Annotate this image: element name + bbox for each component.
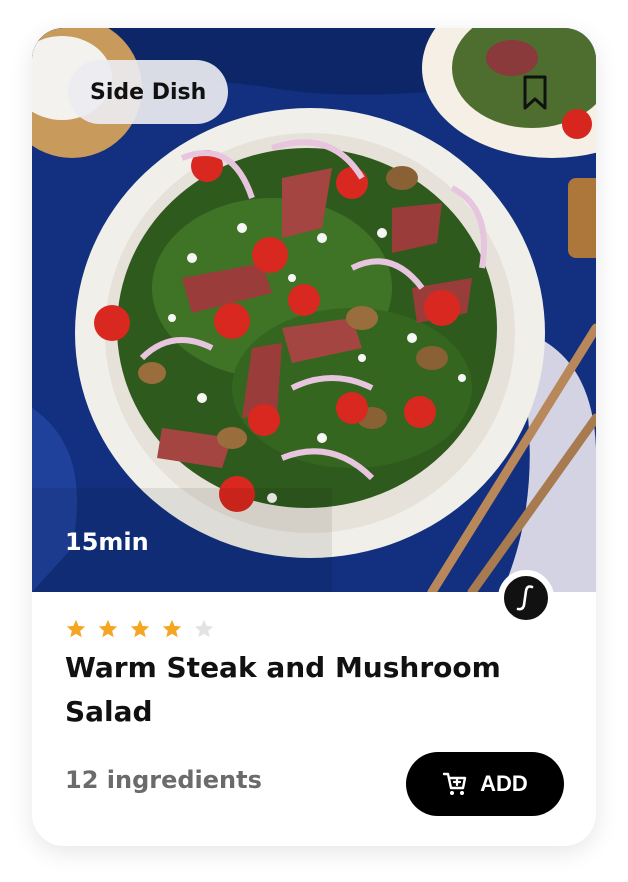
add-button-label: ADD: [480, 771, 528, 796]
recipe-title[interactable]: Warm Steak and Mushroom Salad: [65, 646, 535, 734]
category-badge: Side Dish: [68, 60, 229, 124]
star-icon: [66, 619, 86, 638]
category-badge-label: Side Dish: [90, 79, 207, 105]
cart-add-icon: [442, 772, 467, 795]
bookmark-icon[interactable]: [522, 74, 548, 112]
brand-logo-glyph: [516, 585, 534, 611]
star-icon: [194, 619, 214, 638]
cook-time: 15min: [65, 528, 149, 556]
add-to-cart-button[interactable]: ADD: [406, 752, 564, 816]
star-icon: [130, 619, 150, 638]
star-icon: [162, 619, 182, 638]
recipe-image[interactable]: Side Dish 15min: [32, 28, 596, 592]
recipe-card[interactable]: Side Dish 15min Warm Steak and Mushroom …: [32, 28, 596, 846]
ingredients-count: 12 ingredients: [65, 766, 262, 794]
star-icon: [98, 619, 118, 638]
rating-stars: [65, 618, 215, 640]
brand-logo-icon: [498, 570, 554, 626]
